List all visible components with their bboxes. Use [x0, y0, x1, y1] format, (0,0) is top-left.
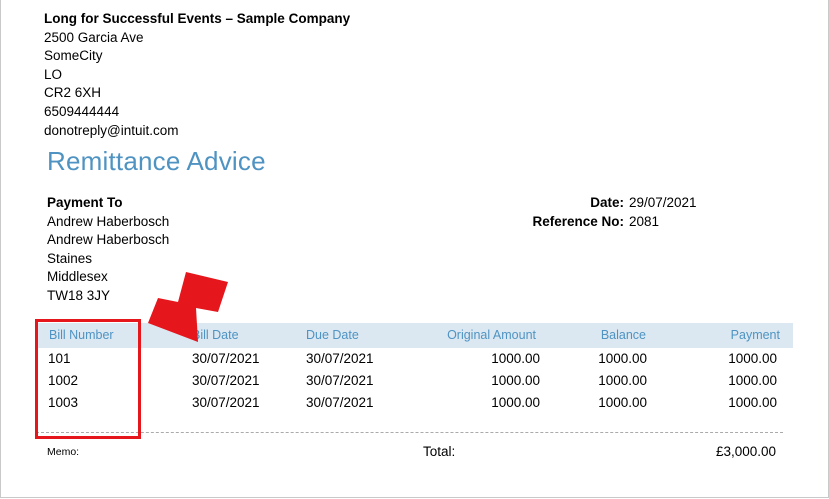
arrow-shape — [148, 272, 228, 342]
annotation-arrow-icon — [148, 272, 228, 342]
